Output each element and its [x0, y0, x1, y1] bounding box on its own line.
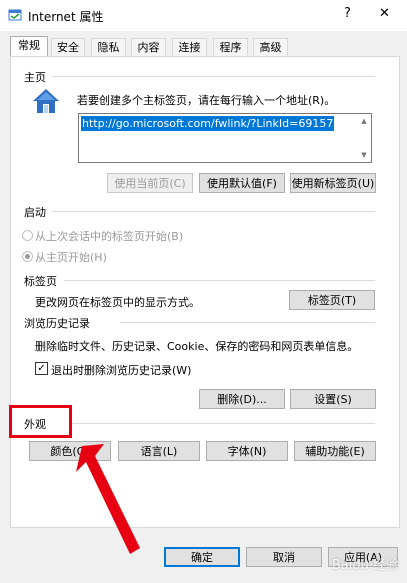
- tab-advanced[interactable]: 高级: [253, 38, 288, 57]
- watermark: Baidu 经验: [331, 558, 399, 573]
- accessibility-button[interactable]: 辅助功能(E): [294, 441, 376, 461]
- house-icon: [33, 89, 59, 113]
- startup-last-session-radio[interactable]: [22, 230, 33, 241]
- homepage-url-text: http://go.microsoft.com/fwlink/?LinkId=6…: [81, 116, 335, 131]
- use-default-button[interactable]: 使用默认值(F): [199, 173, 285, 193]
- ok-button[interactable]: 确定: [164, 547, 240, 567]
- history-settings-button[interactable]: 设置(S): [290, 389, 376, 409]
- use-new-tab-button[interactable]: 使用新标签页(U): [290, 173, 376, 193]
- tab-privacy[interactable]: 隐私: [91, 38, 126, 57]
- scroll-down-icon[interactable]: ▼: [357, 148, 371, 162]
- startup-last-session-label: 从上次会话中的标签页开始(B): [35, 230, 184, 243]
- tabs-settings-button[interactable]: 标签页(T): [289, 290, 375, 310]
- history-divider: [120, 322, 375, 323]
- internet-options-icon: [8, 9, 22, 21]
- appearance-highlight-box: [9, 405, 72, 438]
- cancel-button[interactable]: 取消: [246, 547, 322, 567]
- tab-content[interactable]: 内容: [131, 38, 166, 57]
- homepage-divider: [52, 76, 375, 77]
- red-arrow-icon: [76, 444, 140, 554]
- title-bar: Internet 属性 ? ✕: [0, 0, 407, 31]
- tabs-description: 更改网页在标签页中的显示方式。: [35, 296, 200, 309]
- startup-section-label: 启动: [24, 206, 46, 219]
- tab-security[interactable]: 安全: [51, 38, 85, 57]
- homepage-url-field[interactable]: http://go.microsoft.com/fwlink/?LinkId=6…: [78, 113, 372, 163]
- startup-homepage-label: 从主页开始(H): [35, 251, 107, 264]
- scroll-up-icon[interactable]: ▲: [357, 114, 371, 128]
- delete-history-button[interactable]: 删除(D)...: [199, 389, 285, 409]
- tab-programs[interactable]: 程序: [213, 38, 248, 57]
- tabs-divider: [64, 280, 375, 281]
- help-button[interactable]: ?: [344, 6, 351, 21]
- delete-on-exit-checkbox[interactable]: ✓: [35, 362, 48, 375]
- window-title: Internet 属性: [28, 10, 104, 24]
- fonts-button[interactable]: 字体(N): [206, 441, 288, 461]
- close-button[interactable]: ✕: [379, 6, 390, 21]
- homepage-section-label: 主页: [24, 71, 46, 84]
- history-section-label: 浏览历史记录: [24, 317, 90, 330]
- startup-homepage-radio[interactable]: [22, 251, 33, 262]
- homepage-description: 若要创建多个主标签页，请在每行输入一个地址(R)。: [77, 94, 336, 107]
- tab-general[interactable]: 常规: [10, 36, 48, 57]
- tab-connections[interactable]: 连接: [172, 38, 207, 57]
- use-current-button[interactable]: 使用当前页(C): [107, 173, 193, 193]
- tabs-section-label: 标签页: [24, 275, 57, 288]
- startup-divider: [52, 211, 375, 212]
- delete-on-exit-label: 退出时删除浏览历史记录(W): [51, 364, 192, 377]
- appearance-divider: [72, 423, 375, 424]
- internet-options-window: Internet 属性 ? ✕ 常规 安全 隐私 内容 连接 程序 高级 主页 …: [0, 0, 407, 583]
- history-description: 删除临时文件、历史记录、Cookie、保存的密码和网页表单信息。: [35, 340, 359, 353]
